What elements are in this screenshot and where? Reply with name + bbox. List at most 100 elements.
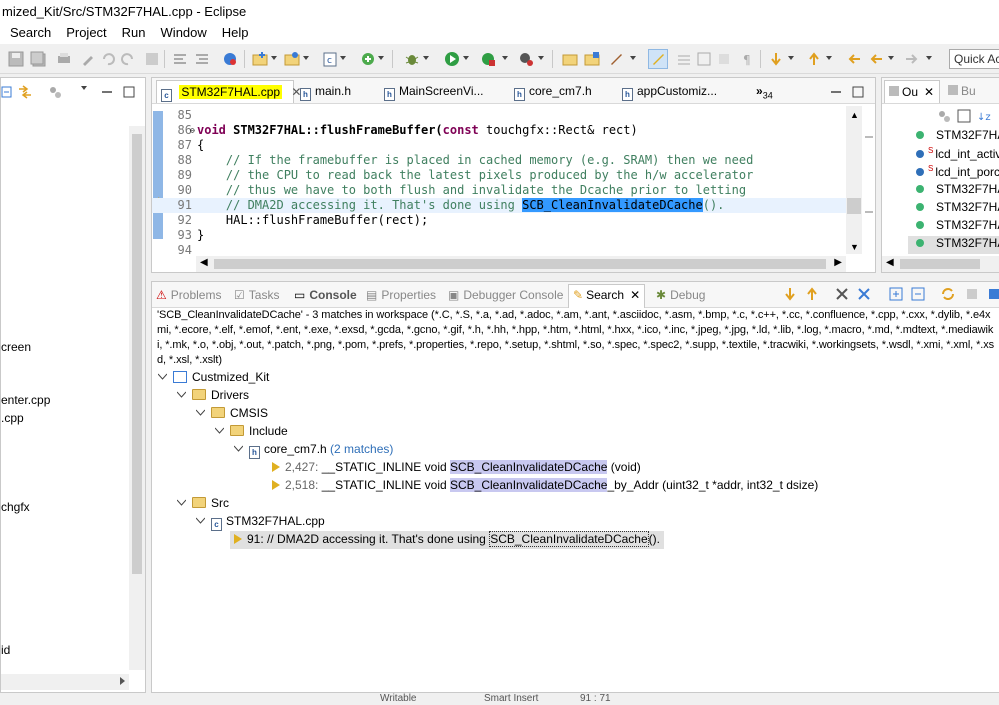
menu-window[interactable]: Window — [153, 24, 214, 44]
pin-icon[interactable] — [986, 286, 999, 302]
tab-outline[interactable]: Ou ✕ — [884, 80, 940, 103]
tree-item[interactable]: creen — [1, 340, 31, 354]
forward-icon[interactable] — [904, 51, 920, 67]
highlight-toggle-icon[interactable] — [648, 49, 668, 69]
tab-stm32f7hal-cpp[interactable]: c STM32F7HAL.cpp ✕ — [156, 80, 301, 103]
search-match-row[interactable]: 2,427: __STATIC_INLINE void SCB_CleanInv… — [272, 460, 641, 478]
menu-project[interactable]: Project — [58, 24, 113, 44]
run-search-again-icon[interactable] — [940, 286, 956, 302]
toggle-mark-icon[interactable] — [716, 51, 732, 67]
left-horizontal-scrollbar[interactable] — [1, 674, 129, 690]
debug-bug-icon[interactable] — [404, 51, 420, 67]
save-all-icon[interactable] — [30, 51, 46, 67]
menu-run[interactable]: Run — [114, 24, 153, 44]
new-project-icon[interactable] — [252, 51, 268, 67]
outline-item[interactable]: STM32F7HA — [916, 218, 999, 236]
build-icon[interactable] — [80, 51, 96, 67]
tree-node-project[interactable]: Custmized_Kit — [158, 370, 269, 388]
outline-item[interactable]: STM32F7HA — [916, 182, 999, 200]
code-editor[interactable]: 85 86 ⊖ void STM32F7HAL::flushFrameBuffer(… — [152, 106, 860, 257]
search-match-row-selected[interactable]: 91: // DMA2D accessing it. That's done u… — [230, 531, 664, 549]
format-icon[interactable] — [172, 51, 188, 67]
open-type-icon[interactable] — [562, 51, 578, 67]
tab-console[interactable]: ▭ Console — [294, 285, 357, 305]
prev-annotation-icon[interactable] — [806, 51, 822, 67]
tab-overflow-button[interactable]: »34 — [756, 80, 773, 103]
format2-icon[interactable] — [194, 51, 210, 67]
tab-build-targets[interactable]: Bu — [948, 80, 976, 103]
tab-problems[interactable]: ⚠ Problems — [156, 285, 221, 305]
maximize-icon[interactable] — [850, 84, 866, 100]
block-select-icon[interactable] — [696, 51, 712, 67]
undo-icon[interactable] — [100, 51, 116, 67]
last-edit-icon[interactable] — [846, 51, 862, 67]
tab-debug[interactable]: ✱ Debug — [656, 285, 705, 305]
tab-main-h[interactable]: h main.h — [300, 80, 351, 103]
search-match-row[interactable]: 2,518: __STATIC_INLINE void SCB_CleanInv… — [272, 478, 818, 496]
close-icon[interactable]: ✕ — [924, 85, 934, 99]
outline-horizontal-scrollbar[interactable]: ◀ — [882, 256, 999, 272]
previous-match-icon[interactable] — [804, 286, 820, 302]
tree-node-src[interactable]: Src — [177, 496, 229, 514]
pen-icon[interactable] — [608, 51, 624, 67]
minimize-icon[interactable] — [828, 84, 844, 100]
tab-debugger-console[interactable]: ▣ Debugger Console — [448, 285, 563, 305]
save-icon[interactable] — [8, 51, 24, 67]
hide-fields-icon[interactable] — [956, 108, 972, 124]
tab-appcustomiz[interactable]: h appCustomiz... — [622, 80, 717, 103]
sort-alpha-icon[interactable]: ↓z — [976, 108, 992, 124]
show-whitespace-icon[interactable]: ¶ — [740, 51, 756, 67]
close-icon[interactable]: ✕ — [630, 288, 640, 302]
globe-icon[interactable] — [222, 51, 238, 67]
expand-all-icon[interactable] — [888, 286, 904, 302]
print-icon[interactable] — [56, 51, 72, 67]
filter-icon[interactable] — [47, 84, 63, 100]
next-match-icon[interactable] — [782, 286, 798, 302]
editor-horizontal-scrollbar[interactable]: ◀ ▶ — [196, 256, 846, 272]
tree-node-include[interactable]: Include — [215, 424, 288, 442]
cancel-search-icon[interactable] — [964, 286, 980, 302]
minimize-icon[interactable] — [99, 84, 115, 100]
tab-search[interactable]: ✎ Search ✕ — [568, 284, 646, 308]
left-vertical-scrollbar[interactable] — [129, 126, 145, 670]
remove-match-icon[interactable] — [834, 286, 850, 302]
tree-node-cmsis[interactable]: CMSIS — [196, 406, 268, 424]
tree-node-stm32f7hal-cpp[interactable]: c STM32F7HAL.cpp — [196, 514, 325, 532]
link-editor-icon[interactable] — [17, 84, 33, 100]
next-annotation-icon[interactable] — [768, 51, 784, 67]
tab-tasks[interactable]: ☑ Tasks — [234, 285, 279, 305]
tool-icon[interactable] — [144, 51, 160, 67]
tab-properties[interactable]: ▤ Properties — [366, 285, 436, 305]
sort-icon[interactable] — [936, 108, 952, 124]
editor-vertical-scrollbar[interactable]: ▲ ▼ — [846, 106, 862, 254]
tree-item[interactable]: chgfx — [1, 500, 30, 514]
tree-item[interactable]: .cpp — [1, 411, 24, 425]
menu-search[interactable]: Search — [0, 24, 58, 44]
tree-item[interactable]: enter.cpp — [1, 393, 50, 407]
outline-item[interactable]: Slcd_int_activ — [916, 146, 999, 164]
remove-all-icon[interactable] — [856, 286, 872, 302]
outline-item[interactable]: STM32F7HA — [916, 200, 999, 218]
whitespace-icon[interactable] — [676, 51, 692, 67]
tree-node-drivers[interactable]: Drivers — [177, 388, 249, 406]
run-icon[interactable] — [444, 51, 460, 67]
tree-node-core-cm7-h[interactable]: h core_cm7.h (2 matches) — [234, 442, 393, 460]
new-wizard-icon[interactable] — [360, 51, 376, 67]
external-tools-icon[interactable] — [480, 51, 496, 67]
quick-access-input[interactable]: Quick Ac — [949, 49, 999, 69]
redo-icon[interactable] — [120, 51, 136, 67]
menu-help[interactable]: Help — [214, 24, 256, 44]
outline-item[interactable]: STM32F7HA — [916, 128, 999, 146]
profile-icon[interactable] — [518, 51, 534, 67]
tab-mainscreenview[interactable]: h MainScreenVi... — [384, 80, 484, 103]
collapse-all-icon[interactable] — [1, 84, 17, 100]
back-icon[interactable] — [868, 51, 884, 67]
collapse-all-icon[interactable] — [910, 286, 926, 302]
tree-item[interactable]: id — [1, 643, 10, 657]
outline-item[interactable]: Slcd_int_porc — [916, 164, 999, 182]
tab-core-cm7-h[interactable]: h core_cm7.h — [514, 80, 592, 103]
new-class-icon[interactable]: c — [322, 51, 338, 67]
maximize-icon[interactable] — [121, 84, 137, 100]
open-folder-icon[interactable] — [284, 51, 300, 67]
open-element-icon[interactable] — [584, 51, 600, 67]
